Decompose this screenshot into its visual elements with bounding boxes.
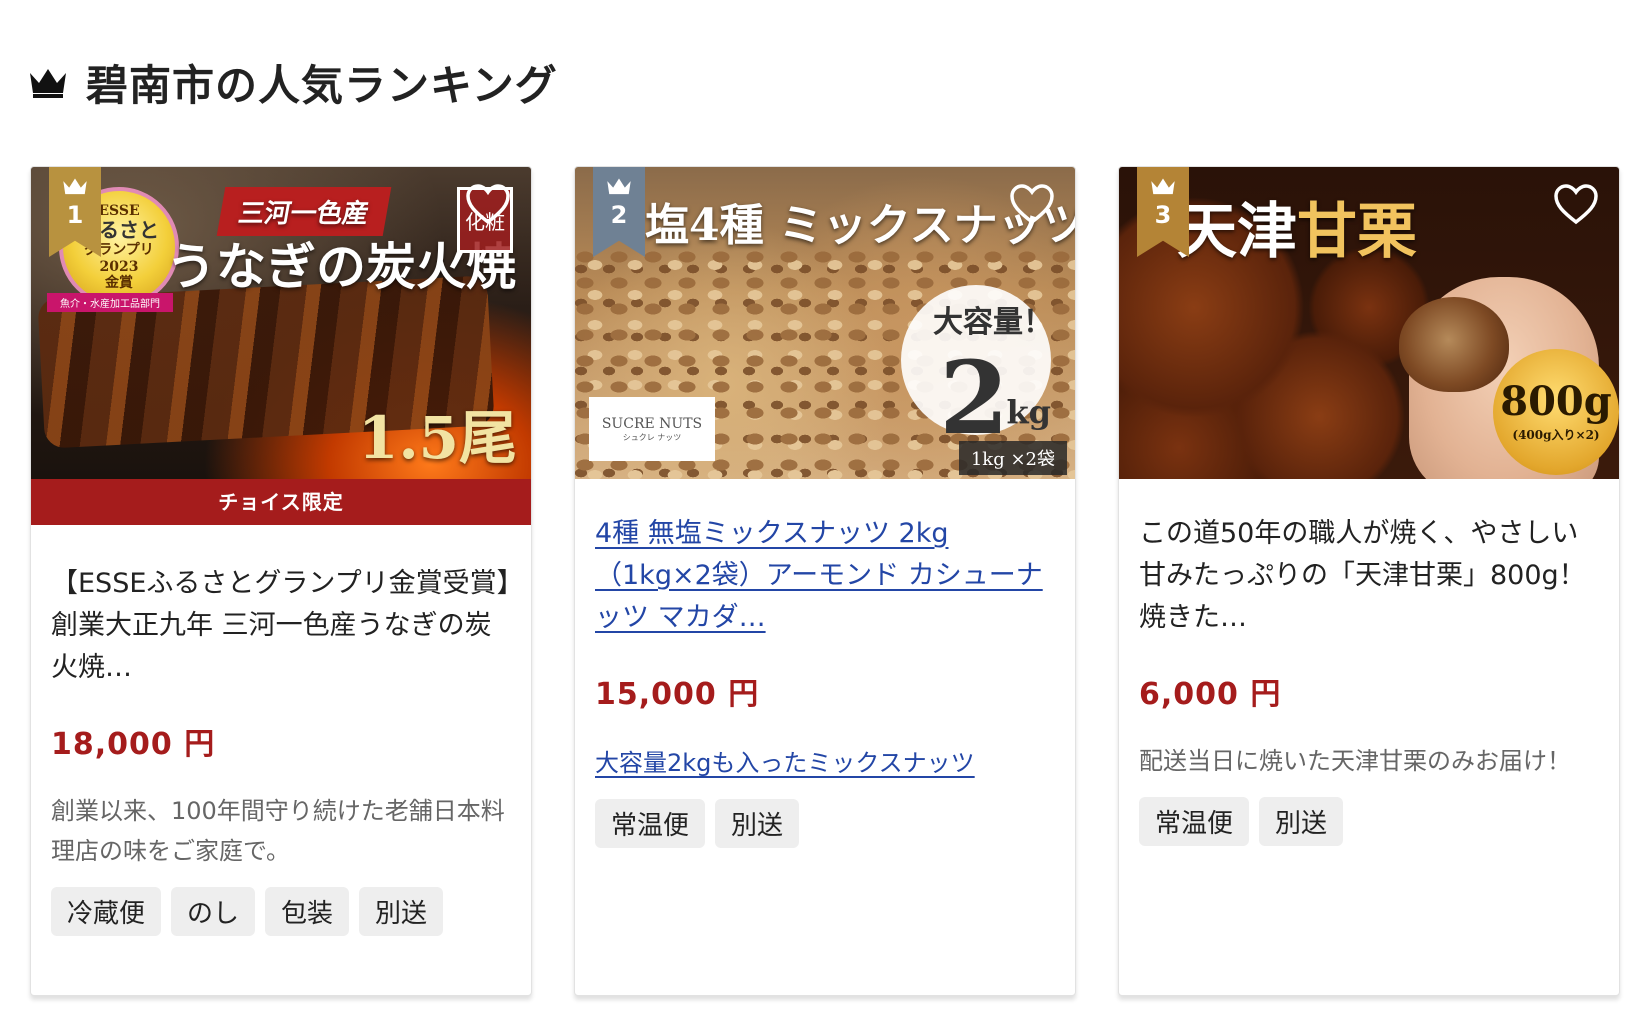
tag-list: 常温便 別送 bbox=[595, 799, 1055, 848]
badge-ribbon: 魚介・水産加工品部門 bbox=[47, 293, 173, 312]
image-pack: 1kg ×2袋 bbox=[958, 441, 1067, 475]
favorite-button[interactable] bbox=[1007, 181, 1057, 227]
headline-part-b: 甘栗 bbox=[1297, 197, 1417, 267]
product-price: 15,000 円 bbox=[595, 677, 760, 712]
tag: のし bbox=[171, 887, 256, 936]
limited-label: チョイス限定 bbox=[31, 479, 531, 525]
image-unit: kg bbox=[1006, 393, 1051, 431]
section-header: 碧南市の人気ランキング bbox=[28, 52, 558, 112]
tag: 冷蔵便 bbox=[51, 887, 162, 936]
product-price: 18,000 円 bbox=[51, 727, 216, 762]
image-quantity: 1.5尾 bbox=[358, 404, 517, 472]
rank-number: 2 bbox=[610, 201, 628, 229]
rank-number: 1 bbox=[66, 201, 84, 229]
favorite-button[interactable] bbox=[1551, 181, 1601, 227]
product-card-2[interactable]: 塩4種 ミックスナッツ 大容量！ 2 kg 1kg ×2袋 SUCRE NUTS… bbox=[574, 166, 1076, 996]
weight-badge: 800g (400g入り×2) bbox=[1493, 349, 1619, 475]
weight-text: 800g bbox=[1500, 377, 1612, 425]
logo-text: SUCRE NUTS bbox=[601, 415, 703, 432]
card-body: 【ESSEふるさとグランプリ金賞受賞】創業大正九年 三河一色産うなぎの炭火焼… … bbox=[31, 563, 531, 936]
product-card-1[interactable]: ESSE ふるさと グランプリ 2023 金賞 魚介・水産加工品部門 三河一色産… bbox=[30, 166, 532, 996]
product-catchphrase: 配送当日に焼いた天津甘栗のみお届け！ bbox=[1139, 747, 1571, 775]
tag-list: 冷蔵便 のし 包装 別送 bbox=[51, 887, 511, 936]
section-title: 碧南市の人気ランキング bbox=[86, 60, 558, 110]
product-image[interactable]: ESSE ふるさと グランプリ 2023 金賞 魚介・水産加工品部門 三河一色産… bbox=[31, 167, 531, 479]
product-title[interactable]: この道50年の職人が焼く、やさしい甘みたっぷりの「天津甘栗」800g！焼きた… bbox=[1139, 513, 1599, 639]
favorite-button[interactable] bbox=[463, 181, 513, 227]
product-title-link[interactable]: 4種 無塩ミックスナッツ 2kg（1kg×2袋）アーモンド カシューナッツ マカ… bbox=[595, 513, 1055, 639]
weight-subtext: (400g入り×2) bbox=[1512, 427, 1600, 442]
image-caption: 大容量！ bbox=[933, 305, 1053, 340]
held-chestnut bbox=[1399, 297, 1509, 392]
tag: 別送 bbox=[715, 799, 800, 848]
badge-award: 金賞 bbox=[105, 274, 133, 291]
heart-icon bbox=[1554, 184, 1598, 225]
crown-icon bbox=[28, 65, 68, 99]
heart-icon bbox=[466, 184, 510, 225]
crown-icon bbox=[63, 178, 87, 195]
ranking-list: ESSE ふるさと グランプリ 2023 金賞 魚介・水産加工品部門 三河一色産… bbox=[30, 166, 1620, 996]
product-price: 6,000 円 bbox=[1139, 677, 1282, 712]
crown-icon bbox=[1151, 178, 1175, 195]
tag: 常温便 bbox=[1139, 797, 1250, 846]
product-image[interactable]: 塩4種 ミックスナッツ 大容量！ 2 kg 1kg ×2袋 SUCRE NUTS… bbox=[575, 167, 1075, 479]
product-catchphrase-link[interactable]: 大容量2kgも入ったミックスナッツ bbox=[595, 743, 1055, 783]
headline-part-a: 天津 bbox=[1177, 197, 1297, 267]
tag: 包装 bbox=[265, 887, 350, 936]
tag-list: 常温便 別送 bbox=[1139, 797, 1599, 846]
heart-icon bbox=[1010, 184, 1054, 225]
brand-logo: SUCRE NUTS シュクレ ナッツ bbox=[589, 397, 715, 461]
image-quantity: 2 bbox=[939, 339, 1009, 457]
product-card-3[interactable]: 天津甘栗 800g (400g入り×2) 3 この道50年の職人が焼く、やさしい… bbox=[1118, 166, 1620, 996]
rank-number: 3 bbox=[1154, 201, 1172, 229]
product-image[interactable]: 天津甘栗 800g (400g入り×2) 3 bbox=[1119, 167, 1619, 479]
tag: 別送 bbox=[359, 887, 444, 936]
image-headline: 天津甘栗 bbox=[1177, 183, 1417, 270]
tag: 別送 bbox=[1259, 797, 1344, 846]
card-body: 4種 無塩ミックスナッツ 2kg（1kg×2袋）アーモンド カシューナッツ マカ… bbox=[575, 513, 1075, 848]
product-catchphrase: 創業以来、100年間守り続けた老舗日本料理店の味をご家庭で。 bbox=[51, 797, 505, 865]
product-title[interactable]: 【ESSEふるさとグランプリ金賞受賞】創業大正九年 三河一色産うなぎの炭火焼… bbox=[51, 563, 511, 689]
badge-top: ESSE bbox=[98, 203, 140, 220]
card-body: この道50年の職人が焼く、やさしい甘みたっぷりの「天津甘栗」800g！焼きた… … bbox=[1119, 513, 1619, 846]
logo-subtext: シュクレ ナッツ bbox=[622, 432, 682, 442]
badge-year: 2023 bbox=[99, 258, 139, 275]
crown-icon bbox=[607, 178, 631, 195]
tag: 常温便 bbox=[595, 799, 706, 848]
